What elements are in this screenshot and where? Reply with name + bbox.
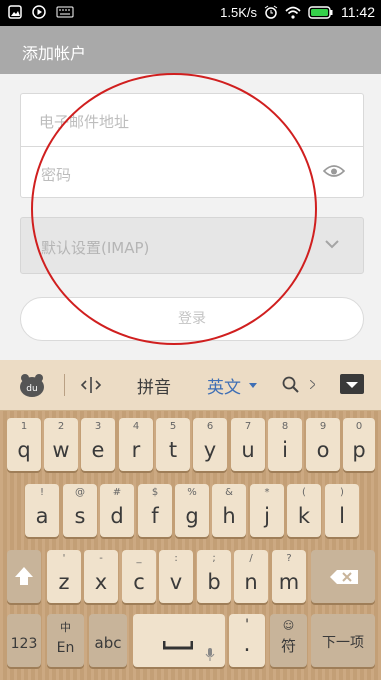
baidu-logo-icon[interactable]: du bbox=[18, 372, 46, 398]
key-t[interactable]: 5t bbox=[156, 418, 190, 471]
key-g[interactable]: % g bbox=[175, 484, 209, 537]
key-k[interactable]: (k bbox=[287, 484, 321, 537]
key-f[interactable]: $ f bbox=[138, 484, 172, 537]
image-notification-icon bbox=[8, 5, 22, 19]
login-button[interactable]: 登录 bbox=[20, 297, 364, 341]
key-a[interactable]: ! a bbox=[25, 484, 59, 537]
key-w[interactable]: 2w bbox=[44, 418, 78, 471]
shift-key[interactable] bbox=[7, 550, 41, 603]
key-y[interactable]: 6y bbox=[193, 418, 227, 471]
space-key[interactable] bbox=[133, 614, 225, 667]
app-bar: 添加帐户 bbox=[0, 26, 381, 74]
key-c[interactable]: _ c bbox=[122, 550, 156, 603]
cursor-move-icon[interactable] bbox=[80, 376, 102, 394]
key-n[interactable]: / n bbox=[234, 550, 268, 603]
shift-icon bbox=[15, 567, 33, 585]
search-icon[interactable] bbox=[282, 376, 300, 394]
chevron-right-icon[interactable] bbox=[310, 380, 315, 389]
alarm-icon bbox=[264, 5, 278, 19]
backspace-key[interactable] bbox=[311, 550, 375, 603]
email-placeholder: 电子邮件地址 bbox=[39, 113, 130, 131]
key-b[interactable]: ; b bbox=[197, 550, 231, 603]
key-i[interactable]: 8i bbox=[268, 418, 302, 471]
key-z[interactable]: ' z bbox=[47, 550, 81, 603]
abc-key[interactable]: abc bbox=[89, 614, 127, 667]
pinyin-option[interactable]: 拼音 bbox=[137, 373, 171, 398]
page-title: 添加帐户 bbox=[22, 44, 87, 63]
chevron-down-icon bbox=[325, 240, 339, 249]
key-p[interactable]: 0p bbox=[343, 418, 375, 471]
key-m[interactable]: ? m bbox=[272, 550, 306, 603]
key-x[interactable]: -x bbox=[84, 550, 118, 603]
password-field[interactable]: 密码 bbox=[20, 146, 364, 198]
key-q[interactable]: 1q bbox=[7, 418, 41, 471]
punctuation-key[interactable]: ' . bbox=[229, 614, 265, 667]
language-switch-key[interactable]: 中 En bbox=[47, 614, 84, 667]
key-s[interactable]: @ s bbox=[63, 484, 97, 537]
english-option[interactable]: 英文 bbox=[207, 373, 241, 398]
dropdown-arrow-icon bbox=[249, 383, 257, 388]
email-field[interactable]: 电子邮件地址 bbox=[20, 93, 364, 146]
network-speed: 1.5K/s bbox=[220, 4, 257, 20]
server-setting-select[interactable]: 默认设置(IMAP) bbox=[20, 217, 364, 274]
backspace-icon bbox=[330, 570, 358, 584]
next-key[interactable]: 下一项 bbox=[311, 614, 375, 667]
key-d[interactable]: # d bbox=[100, 484, 134, 537]
keyboard-notification-icon bbox=[56, 6, 74, 18]
key-h[interactable]: & h bbox=[212, 484, 246, 537]
space-icon bbox=[163, 641, 193, 650]
symbol-key[interactable]: ☺ 符 bbox=[270, 614, 307, 667]
svg-text:du: du bbox=[26, 384, 37, 394]
status-bar: 1.5K/s 11:42 bbox=[0, 0, 381, 26]
key-l[interactable]: ) l bbox=[325, 484, 359, 537]
collapse-keyboard-button[interactable] bbox=[340, 374, 364, 394]
eye-icon[interactable] bbox=[323, 164, 345, 178]
number-key[interactable]: 123 bbox=[7, 614, 41, 667]
play-notification-icon bbox=[32, 5, 46, 19]
clock: 11:42 bbox=[341, 4, 375, 20]
password-placeholder: 密码 bbox=[41, 166, 72, 184]
wifi-icon bbox=[285, 6, 301, 19]
battery-icon bbox=[308, 5, 333, 19]
key-e[interactable]: 3e bbox=[81, 418, 115, 471]
collapse-icon bbox=[346, 382, 358, 388]
key-r[interactable]: 4r bbox=[119, 418, 153, 471]
keyboard-toolbar: du 拼音 英文 bbox=[0, 360, 381, 411]
toolbar-divider bbox=[64, 374, 65, 396]
key-j[interactable]: * j bbox=[250, 484, 284, 537]
soft-keyboard: du 拼音 英文 1q 2w 3e 4r 5t 6y 7u 8i 9o 0p !… bbox=[0, 360, 381, 680]
server-setting-value: 默认设置(IMAP) bbox=[41, 239, 150, 257]
key-v[interactable]: :v bbox=[159, 550, 193, 603]
microphone-icon bbox=[205, 648, 215, 661]
key-u[interactable]: 7u bbox=[231, 418, 265, 471]
key-o[interactable]: 9o bbox=[306, 418, 340, 471]
